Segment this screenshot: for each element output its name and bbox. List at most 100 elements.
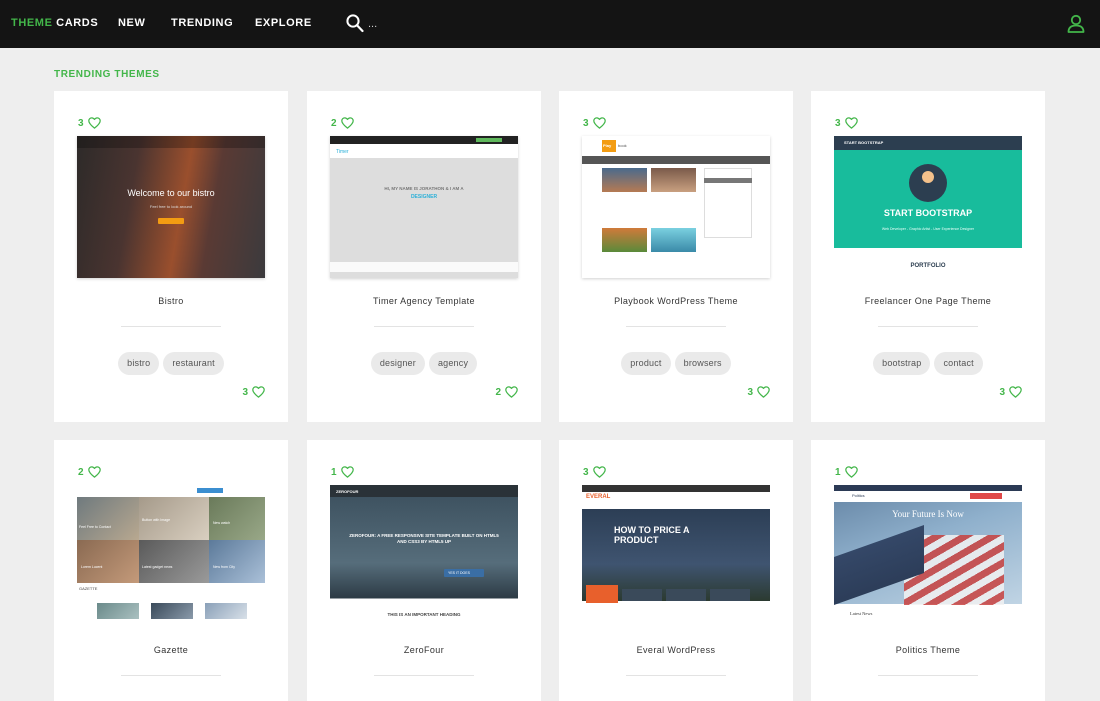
thumb-headline: Your Future Is Now <box>892 509 964 519</box>
thumb-headline: HOW TO PRICE A PRODUCT <box>614 525 690 545</box>
theme-thumbnail[interactable]: Feel Free to Contact Button with Image N… <box>77 485 265 627</box>
card-title[interactable]: Gazette <box>54 645 288 655</box>
theme-card[interactable]: 3 Welcome to our bistro Feel free to loo… <box>54 91 288 422</box>
tag[interactable]: restaurant <box>163 352 224 375</box>
thumb-logo: Timer <box>336 149 349 155</box>
thumb-headline: START BOOTSTRAP <box>883 208 973 218</box>
top-navbar: THEME CARDS NEW TRENDING EXPLORE <box>0 0 1100 48</box>
thumb-tile <box>622 589 662 601</box>
tag[interactable]: bistro <box>118 352 160 375</box>
like-counter-top[interactable]: 3 <box>583 466 606 478</box>
like-counter-bottom[interactable]: 3 <box>999 386 1022 398</box>
heart-icon[interactable] <box>505 386 518 398</box>
thumb-headline: ZEROFOUR: A FREE RESPONSIVE SITE TEMPLAT… <box>349 533 499 544</box>
like-count: 3 <box>999 386 1005 398</box>
like-counter-bottom[interactable]: 2 <box>495 386 518 398</box>
tag[interactable]: product <box>621 352 671 375</box>
heart-icon[interactable] <box>592 117 606 129</box>
thumb-heading: THIS IS AN IMPORTANT HEADING <box>387 612 461 617</box>
card-title[interactable]: Politics Theme <box>811 645 1045 655</box>
thumb-image <box>209 540 265 583</box>
tag[interactable]: browsers <box>674 352 731 375</box>
nav-link-explore[interactable]: EXPLORE <box>255 17 312 30</box>
thumb-headline: Welcome to our bistro <box>127 188 215 198</box>
heart-icon[interactable] <box>844 117 858 129</box>
heart-icon[interactable] <box>252 386 265 398</box>
like-counter-top[interactable]: 3 <box>78 117 101 129</box>
theme-thumbnail[interactable]: EVERAL HOW TO PRICE A PRODUCT <box>582 485 770 627</box>
thumb-image <box>77 497 139 540</box>
thumb-headline: HI, MY NAME IS JORATHON & I AM A <box>384 186 464 191</box>
user-icon[interactable] <box>1066 14 1086 34</box>
tag[interactable]: bootstrap <box>873 352 931 375</box>
theme-thumbnail[interactable]: Politics Your Future Is Now Latest News <box>834 485 1022 627</box>
card-title[interactable]: Freelancer One Page Theme <box>811 296 1045 306</box>
like-counter-top[interactable]: 3 <box>835 117 858 129</box>
like-counter-top[interactable]: 2 <box>78 466 101 478</box>
thumb-navbar <box>330 144 518 158</box>
tag[interactable]: designer <box>370 352 425 375</box>
like-counter-top[interactable]: 1 <box>331 466 354 478</box>
like-count: 1 <box>331 466 337 478</box>
like-counter-top[interactable]: 2 <box>331 117 354 129</box>
card-title[interactable]: Timer Agency Template <box>307 296 541 306</box>
card-title[interactable]: Playbook WordPress Theme <box>559 296 793 306</box>
nav-link-trending[interactable]: TRENDING <box>171 17 233 30</box>
search-box[interactable] <box>346 14 428 34</box>
like-count: 3 <box>583 466 589 478</box>
tag[interactable]: contact <box>934 352 983 375</box>
theme-card[interactable]: 3 Play book Playbook WordPress Theme pro… <box>559 91 793 422</box>
like-counter-bottom[interactable]: 3 <box>747 386 770 398</box>
theme-thumbnail[interactable]: Timer HI, MY NAME IS JORATHON & I AM A D… <box>330 136 518 278</box>
thumb-image <box>97 603 139 619</box>
heart-icon[interactable] <box>87 466 101 478</box>
heart-icon[interactable] <box>1009 386 1022 398</box>
like-count: 2 <box>495 386 501 398</box>
card-divider <box>626 326 726 327</box>
heart-icon[interactable] <box>340 117 354 129</box>
heart-icon[interactable] <box>340 466 354 478</box>
thumb-image <box>602 228 647 252</box>
theme-card[interactable]: 1 ZEROFOUR ZEROFOUR: A FREE RESPONSIVE S… <box>307 440 541 701</box>
theme-card[interactable]: 3 START BOOTSTRAP START BOOTSTRAP Web De… <box>811 91 1045 422</box>
like-counter-top[interactable]: 1 <box>835 466 858 478</box>
theme-thumbnail[interactable]: Play book <box>582 136 770 278</box>
heart-icon[interactable] <box>87 117 101 129</box>
thumb-sidebar-head <box>704 178 752 183</box>
nav-link-new[interactable]: NEW <box>118 17 145 30</box>
like-counter-top[interactable]: 3 <box>583 117 606 129</box>
brand-cards: CARDS <box>56 17 99 29</box>
theme-thumbnail[interactable]: ZEROFOUR ZEROFOUR: A FREE RESPONSIVE SIT… <box>330 485 518 627</box>
thumb-topbar <box>834 485 1022 491</box>
brand-logo[interactable]: THEME CARDS <box>11 17 98 30</box>
theme-card[interactable]: 2 Timer HI, MY NAME IS JORATHON & I AM A… <box>307 91 541 422</box>
card-divider <box>374 675 474 676</box>
theme-card[interactable]: 3 EVERAL HOW TO PRICE A PRODUCT Everal W… <box>559 440 793 701</box>
thumb-caption: Button with Image <box>142 518 171 522</box>
user-account[interactable] <box>1066 14 1086 34</box>
heart-icon[interactable] <box>592 466 606 478</box>
theme-thumbnail[interactable]: START BOOTSTRAP START BOOTSTRAP Web Deve… <box>834 136 1022 278</box>
thumb-avatar-face <box>922 171 934 183</box>
thumb-subline: Web Developer - Graphic Artist - User Ex… <box>881 227 975 231</box>
heart-icon[interactable] <box>844 466 858 478</box>
card-title[interactable]: Bistro <box>54 296 288 306</box>
theme-card[interactable]: 2 Feel Free to Contact Button with Image… <box>54 440 288 701</box>
thumb-navbar <box>582 156 770 164</box>
tag[interactable]: agency <box>428 352 478 375</box>
heart-icon[interactable] <box>757 386 770 398</box>
thumb-logo: EVERAL <box>586 494 611 500</box>
like-count: 1 <box>835 466 841 478</box>
card-title[interactable]: Everal WordPress <box>559 645 793 655</box>
card-title[interactable]: ZeroFour <box>307 645 541 655</box>
thumb-subline: Feel free to look around <box>149 204 193 209</box>
theme-card[interactable]: 1 Politics Your Future Is Now Latest New… <box>811 440 1045 701</box>
theme-thumbnail[interactable]: Welcome to our bistro Feel free to look … <box>77 136 265 278</box>
search-icon[interactable] <box>346 14 364 33</box>
thumb-nav-title: START BOOTSTRAP <box>844 140 884 145</box>
thumb-caption: New from City <box>213 565 235 569</box>
thumb-image <box>77 540 139 583</box>
search-input[interactable] <box>368 18 428 30</box>
like-counter-bottom[interactable]: 3 <box>242 386 265 398</box>
thumb-topbar-button <box>197 488 223 493</box>
